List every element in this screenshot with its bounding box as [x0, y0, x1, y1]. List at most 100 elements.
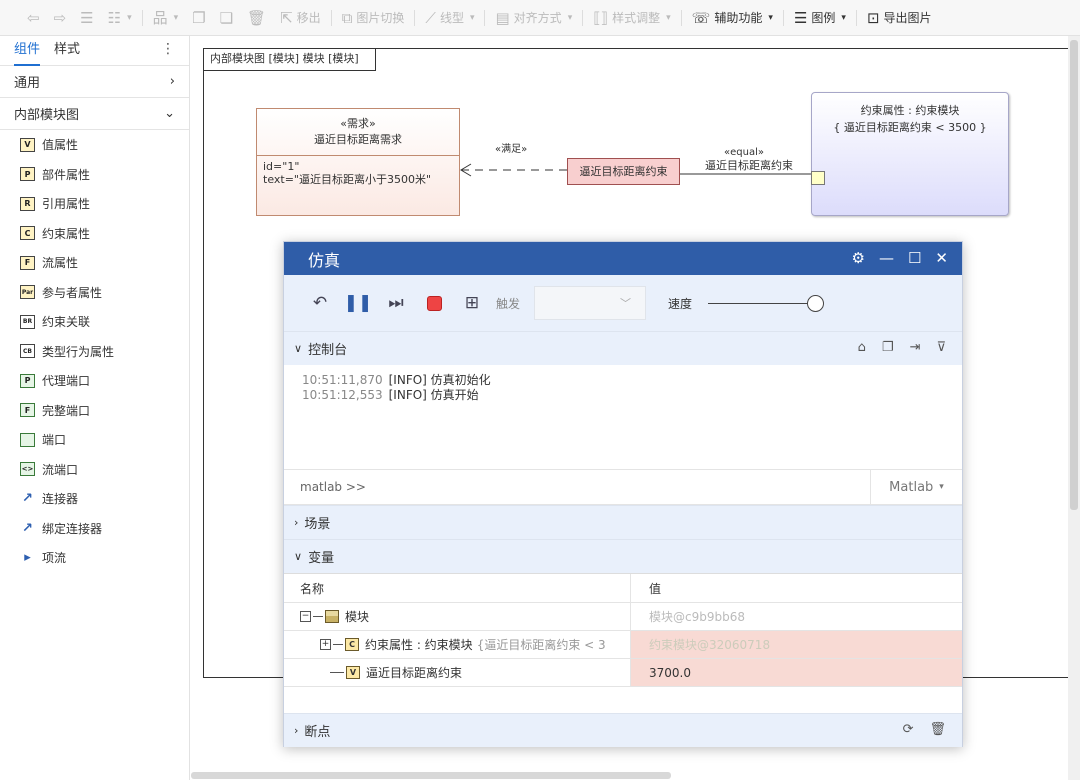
- collapse-toggle-icon[interactable]: −: [300, 611, 311, 622]
- legend-button[interactable]: ☰ 图例 ▾: [787, 0, 853, 36]
- expand-toggle-icon[interactable]: +: [320, 639, 331, 650]
- image-switch-label: 图片切换: [356, 11, 405, 25]
- copy-console-icon[interactable]: ❐: [882, 340, 894, 355]
- variable-value: 模块@c9b9bb68: [630, 603, 962, 630]
- frame-title: 内部模块图 [模块] 模块 [模块]: [204, 49, 376, 71]
- main-toolbar: ⇦ ⇨ ☰ ☷ ▾ 品 ▾ ❐ ❏ 🗑 ⇱ 移出 ⧉ 图片切换 ⟋ 线型 ▾ ▤ 对齐方式 ▾ …: [0, 0, 1080, 36]
- clear-console-icon[interactable]: ⌂: [858, 340, 866, 355]
- paste-button[interactable]: ❏: [213, 0, 240, 36]
- assist-button[interactable]: ☏ 辅助功能 ▾: [685, 0, 780, 36]
- minimize-icon[interactable]: —: [879, 249, 894, 267]
- block-icon: [325, 610, 339, 623]
- binding-connector-icon: ↗: [22, 520, 33, 536]
- variable-value[interactable]: 3700.0: [630, 659, 962, 686]
- palette-item-flow-property[interactable]: F 流属性: [0, 248, 189, 278]
- speed-slider[interactable]: [708, 294, 825, 312]
- table-row[interactable]: + C 约束属性 : 约束模块 {逼近目标距离约束 < 3 约束模块@320607…: [284, 631, 962, 659]
- variables-section-header[interactable]: ∨ 变量: [284, 539, 962, 573]
- command-line[interactable]: matlab >> Matlab ▾: [284, 469, 962, 505]
- command-language-select[interactable]: Matlab ▾: [870, 470, 962, 504]
- equal-target-label: 逼近目标距离约束: [705, 159, 793, 172]
- tab-components[interactable]: 组件: [14, 36, 41, 66]
- section-general-label: 通用: [14, 76, 41, 91]
- close-icon[interactable]: ✕: [935, 249, 948, 267]
- console-section-header[interactable]: ∨ 控制台 ⌂ ❐ ⇥ ⊽: [284, 331, 962, 365]
- simulation-dialog: 仿真 ⚙ — ☐ ✕ ↶ ❚❚ ⏭ ⊞ 触发 ﹀ 速度 ∨ 控制台 ⌂ ❐ ⇥ …: [283, 241, 963, 747]
- style-adjust-button[interactable]: ⟦⟧ 样式调整 ▾: [586, 0, 677, 36]
- horizontal-scrollbar[interactable]: [191, 772, 671, 779]
- move-out-button[interactable]: ⇱ 移出: [273, 0, 328, 36]
- image-switch-button[interactable]: ⧉ 图片切换: [335, 0, 412, 36]
- tab-styles[interactable]: 样式: [54, 36, 80, 66]
- style-adjust-label: 样式调整: [612, 11, 661, 25]
- palette-item-constraint-property[interactable]: C 约束属性: [0, 219, 189, 249]
- refresh-icon[interactable]: ⟳: [903, 722, 914, 737]
- more-vertical-icon[interactable]: ⋮: [161, 41, 175, 57]
- settings-icon[interactable]: ⚙: [852, 249, 865, 267]
- section-ibd[interactable]: 内部模块图 ⌄: [0, 98, 189, 130]
- scene-section-header[interactable]: › 场景: [284, 505, 962, 539]
- command-prompt: matlab >>: [300, 480, 366, 494]
- tree-layout-button[interactable]: 品 ▾: [146, 0, 186, 36]
- scene-header-label: 场景: [304, 517, 331, 532]
- item-flow-icon: ▸: [24, 550, 31, 566]
- hierarchy-icon: 品: [152, 9, 168, 27]
- table-row[interactable]: − 模块 模块@c9b9bb68: [284, 603, 962, 631]
- constraint-block[interactable]: 约束属性 : 约束模块 { 逼近目标距离约束 < 3500 }: [811, 92, 1009, 216]
- line-type-button[interactable]: ⟋ 线型 ▾: [418, 0, 481, 36]
- vertical-scrollbar[interactable]: [1068, 36, 1080, 780]
- step-button[interactable]: ⏭: [384, 291, 408, 315]
- requirement-block[interactable]: «需求» 逼近目标距离需求 id="1" text="逼近目标距离小于3500米…: [256, 108, 460, 216]
- export-console-icon[interactable]: ⇥: [910, 340, 921, 355]
- simulation-titlebar[interactable]: 仿真 ⚙ — ☐ ✕: [284, 242, 962, 275]
- speed-slider-handle[interactable]: [807, 294, 825, 312]
- palette-item-binding-connector[interactable]: ↗ 绑定连接器: [0, 514, 189, 544]
- vertical-scrollbar-thumb[interactable]: [1070, 40, 1078, 510]
- palette-item-flow-port[interactable]: <> 流端口: [0, 455, 189, 485]
- layout-button[interactable]: ☷ ▾: [101, 0, 139, 36]
- export-image-button[interactable]: ⊡ 导出图片: [860, 0, 939, 36]
- toolbar-divider: [782, 9, 784, 26]
- stop-button[interactable]: [422, 291, 446, 315]
- palette-item-classifier-behavior-property[interactable]: CB 类型行为属性: [0, 337, 189, 367]
- delete-button[interactable]: 🗑: [240, 0, 273, 36]
- export-session-icon: ⊞: [464, 293, 480, 313]
- palette-item-label: 端口: [42, 433, 67, 448]
- window-controls: ⚙ — ☐ ✕: [852, 249, 948, 267]
- connector-icon: ↗: [22, 491, 33, 507]
- table-row[interactable]: V 逼近目标距离约束 3700.0: [284, 659, 962, 687]
- constraint-port[interactable]: [811, 171, 825, 185]
- palette-item-proxy-port[interactable]: P 代理端口: [0, 366, 189, 396]
- palette-item-full-port[interactable]: F 完整端口: [0, 396, 189, 426]
- palette-item-value-property[interactable]: V 值属性: [0, 130, 189, 160]
- requirement-text: text="逼近目标距离小于3500米": [263, 173, 432, 186]
- log-message: [INFO] 仿真初始化: [388, 373, 491, 387]
- palette-item-connector[interactable]: ↗ 连接器: [0, 484, 189, 514]
- palette-item-reference-property[interactable]: R 引用属性: [0, 189, 189, 219]
- export-session-button[interactable]: ⊞: [460, 291, 484, 315]
- pause-icon: ❚❚: [343, 293, 373, 313]
- palette-item-binding-relation[interactable]: BR 约束关联: [0, 307, 189, 337]
- palette-item-port[interactable]: 端口: [0, 425, 189, 455]
- trigger-select[interactable]: ﹀: [534, 286, 647, 320]
- align-button[interactable]: ▤ 对齐方式 ▾: [488, 0, 579, 36]
- constraint-usage-box[interactable]: 逼近目标距离约束: [567, 158, 680, 185]
- constraint-property-icon: C: [20, 226, 35, 241]
- step-back-button[interactable]: ↶: [308, 291, 332, 315]
- align-label: 对齐方式: [513, 11, 562, 25]
- palette-item-part-property[interactable]: P 部件属性: [0, 160, 189, 190]
- trash-icon[interactable]: 🗑: [929, 722, 946, 737]
- palette-item-item-flow[interactable]: ▸ 项流: [0, 543, 189, 573]
- chevron-down-icon: ⌄: [164, 106, 175, 121]
- forward-button[interactable]: ⇨: [47, 0, 74, 36]
- palette-item-participant-property[interactable]: Par 参与者属性: [0, 278, 189, 308]
- copy-button[interactable]: ❐: [185, 0, 212, 36]
- list-button[interactable]: ☰: [73, 0, 100, 36]
- breakpoints-section-header[interactable]: › 断点 ⟳ 🗑: [284, 713, 962, 747]
- filter-icon[interactable]: ⊽: [936, 340, 946, 355]
- maximize-icon[interactable]: ☐: [908, 249, 921, 267]
- palette-item-label: 约束关联: [42, 315, 91, 330]
- back-button[interactable]: ⇦: [20, 0, 47, 36]
- section-general[interactable]: 通用 ›: [0, 66, 189, 98]
- pause-button[interactable]: ❚❚: [343, 291, 373, 315]
